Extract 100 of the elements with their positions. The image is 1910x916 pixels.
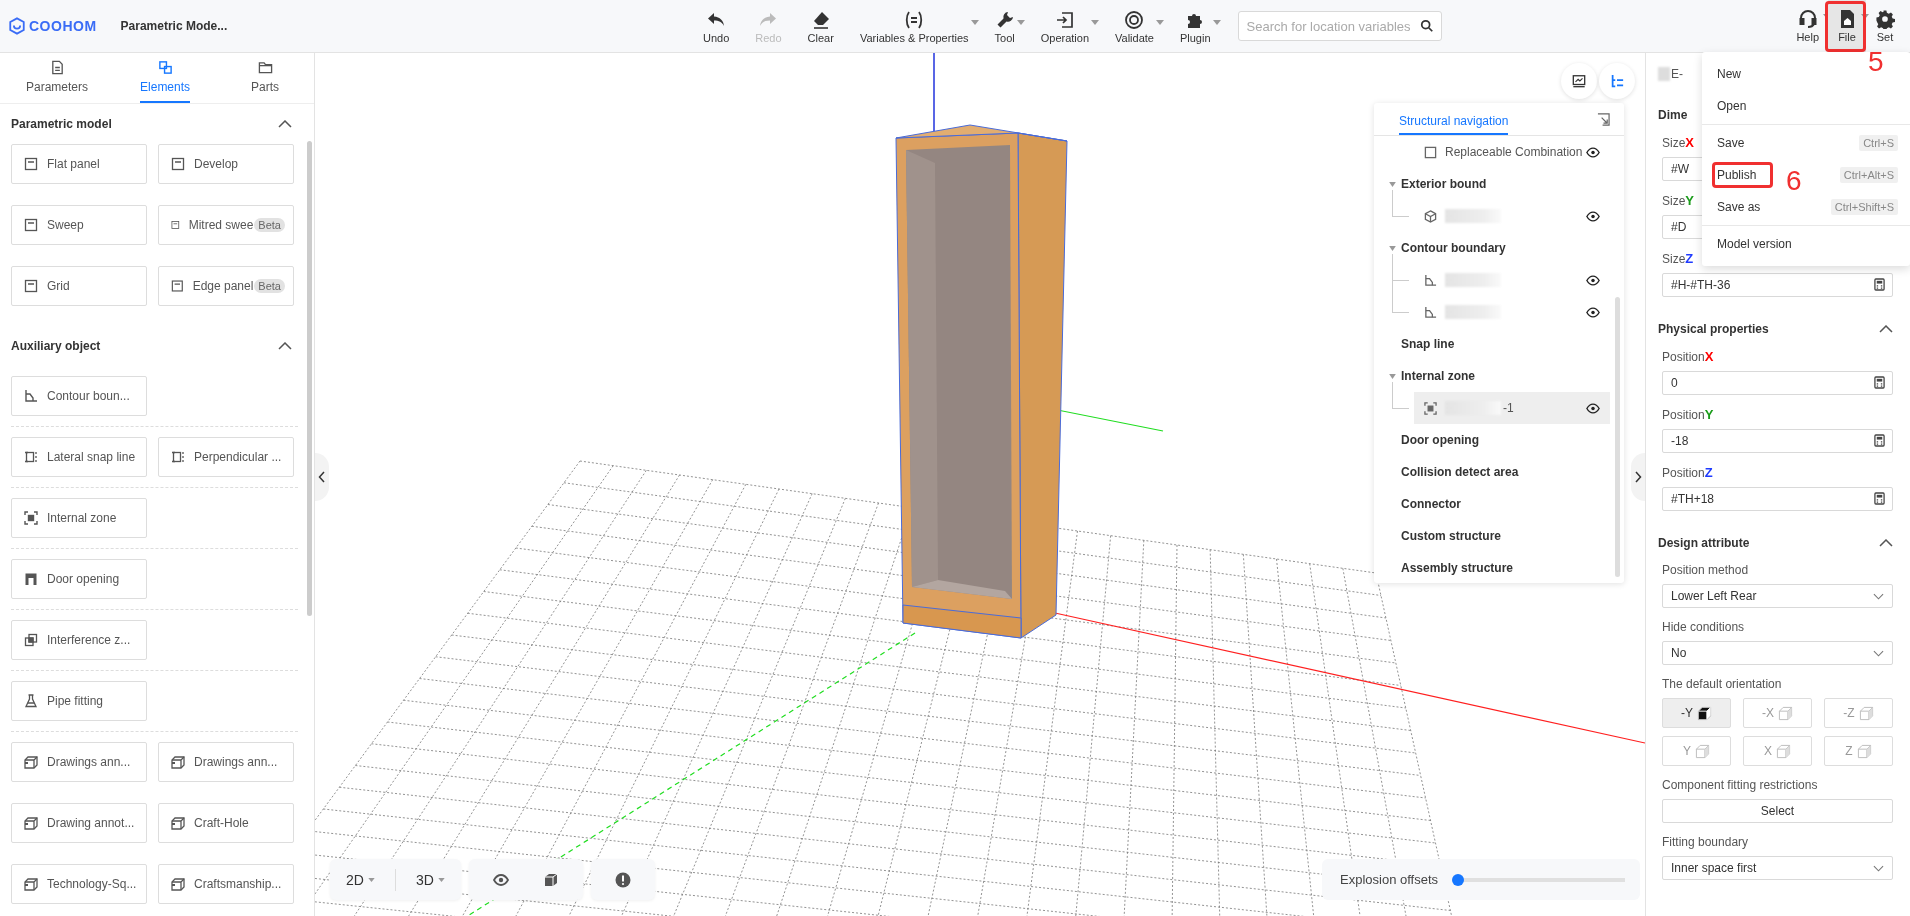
- tree-group[interactable]: Contour boundary: [1374, 232, 1610, 264]
- toolbar-button[interactable]: Undo: [696, 5, 737, 47]
- popout-icon[interactable]: [1597, 113, 1610, 126]
- toolbar-button[interactable]: Operation: [1033, 5, 1096, 47]
- field-label: SizeX: [1662, 135, 1694, 150]
- element-card[interactable]: Craft-Hole: [158, 803, 294, 843]
- toolbar-button[interactable]: File: [1828, 0, 1866, 52]
- element-card[interactable]: Interference z...: [11, 620, 147, 660]
- toolbar-button[interactable]: Tool: [987, 5, 1022, 47]
- tree-group[interactable]: Internal zone: [1374, 360, 1610, 392]
- slider-thumb[interactable]: [1452, 873, 1465, 886]
- field-label: PositionZ: [1662, 465, 1713, 480]
- tree-group[interactable]: Snap line: [1374, 328, 1610, 360]
- collapse-handle[interactable]: [315, 453, 329, 501]
- field-label: Hide conditions: [1662, 620, 1745, 634]
- corner-icon: [24, 389, 38, 403]
- view-mode-button[interactable]: 3D: [409, 864, 451, 895]
- dropdown-select[interactable]: Lower Left Rear: [1662, 584, 1893, 608]
- cube-icon: [1856, 743, 1872, 759]
- document-title: Parametric Mode...: [120, 19, 228, 33]
- search-field[interactable]: Search for location variables: [1237, 11, 1442, 41]
- logo-text: COOHOM: [29, 18, 97, 34]
- element-card[interactable]: Develop: [158, 144, 294, 184]
- tree-button[interactable]: [1599, 63, 1635, 99]
- chevron-icon[interactable]: [278, 120, 292, 128]
- tree-group[interactable]: Exterior bound: [1374, 168, 1610, 200]
- input-field[interactable]: #TH+18: [1662, 487, 1893, 511]
- tree-group[interactable]: Connector: [1374, 488, 1610, 520]
- triangle-icon[interactable]: [1389, 181, 1396, 187]
- caret-icon: [437, 877, 445, 882]
- square-icon: [24, 450, 38, 464]
- toolbar-button[interactable]: Plugin: [1172, 5, 1218, 47]
- square-icon: [24, 633, 38, 647]
- scrollbar[interactable]: [1615, 297, 1620, 577]
- element-card[interactable]: Door opening: [11, 559, 147, 599]
- menu-item[interactable]: Model version: [1702, 228, 1807, 260]
- calculator-icon[interactable]: [1874, 278, 1885, 291]
- dropdown-select[interactable]: No: [1662, 641, 1893, 665]
- calculator-icon[interactable]: [1874, 376, 1885, 389]
- triangle-icon[interactable]: [1389, 373, 1396, 379]
- chevron-icon[interactable]: [278, 342, 292, 350]
- element-card[interactable]: Perpendicular ...: [158, 437, 294, 477]
- select-button[interactable]: Select: [1662, 799, 1893, 823]
- eye-icon[interactable]: [1586, 402, 1600, 414]
- expand-handle[interactable]: [1631, 453, 1645, 501]
- element-card[interactable]: Flat panel: [11, 144, 147, 184]
- field-label: Position method: [1662, 563, 1749, 577]
- element-card[interactable]: Craftsmanship...: [158, 864, 294, 904]
- sidebar-tab[interactable]: Elements: [140, 53, 191, 103]
- toolbar-button[interactable]: Help: [1787, 0, 1828, 52]
- calculator-icon[interactable]: [1874, 434, 1885, 447]
- eye-icon[interactable]: [1586, 146, 1600, 158]
- menu-item[interactable]: Save Ctrl+S: [1702, 127, 1910, 159]
- calculator-icon[interactable]: [1874, 492, 1885, 505]
- input-field[interactable]: -18: [1662, 429, 1893, 453]
- toolbar-button[interactable]: Clear: [800, 5, 841, 47]
- input-field[interactable]: 0: [1662, 371, 1893, 395]
- dropdown-select[interactable]: Inner space first: [1662, 856, 1893, 880]
- element-card[interactable]: Drawings ann...: [11, 742, 147, 782]
- field-label: The default orientation: [1662, 677, 1782, 691]
- scrollbar[interactable]: [307, 141, 312, 616]
- element-card[interactable]: Pipe fitting: [11, 681, 147, 721]
- toolbar-button[interactable]: Validate: [1108, 5, 1161, 47]
- chevron-icon[interactable]: [1879, 539, 1893, 547]
- element-card[interactable]: Sweep: [11, 205, 147, 245]
- search-icon[interactable]: [1419, 19, 1434, 33]
- eye-icon[interactable]: [1586, 210, 1600, 222]
- shortcut-label: Ctrl+Alt+S: [1839, 167, 1898, 183]
- tree-group[interactable]: Custom structure: [1374, 520, 1610, 552]
- element-card[interactable]: Technology-Sq...: [11, 864, 147, 904]
- square-icon: [24, 279, 38, 293]
- element-card[interactable]: Mitred swee Beta: [158, 205, 294, 245]
- eye-icon[interactable]: [1586, 306, 1600, 318]
- element-card[interactable]: Grid: [11, 266, 147, 306]
- chevron-icon[interactable]: [1879, 325, 1893, 333]
- input-field[interactable]: #H-#TH-36: [1662, 273, 1893, 297]
- element-card[interactable]: Drawings ann...: [158, 742, 294, 782]
- sidebar-tab[interactable]: Parts: [242, 53, 288, 103]
- eye-icon[interactable]: [1586, 274, 1600, 286]
- sidebar-tab[interactable]: Parameters: [26, 53, 89, 103]
- tree-group[interactable]: Collision detect area: [1374, 456, 1610, 488]
- toolbar-button[interactable]: Variables & Properties: [852, 5, 976, 47]
- chevron-right-icon: [1634, 471, 1642, 483]
- element-card[interactable]: Drawing annot...: [11, 803, 147, 843]
- triangle-icon[interactable]: [1389, 245, 1396, 251]
- tree-item[interactable]: Replaceable Combination: [1414, 136, 1610, 168]
- panel-tab[interactable]: Structural navigation: [1399, 114, 1509, 135]
- chart-button[interactable]: [1561, 63, 1597, 99]
- element-card[interactable]: Lateral snap line: [11, 437, 147, 477]
- cube-icon: [1695, 743, 1710, 759]
- tree-group[interactable]: Assembly structure: [1374, 552, 1610, 583]
- tree-group[interactable]: Door opening: [1374, 424, 1610, 456]
- menu-item[interactable]: New: [1702, 58, 1756, 90]
- element-card[interactable]: Edge panel Beta: [158, 266, 294, 306]
- menu-item[interactable]: Open: [1702, 90, 1762, 122]
- view-mode-button[interactable]: 2D: [340, 864, 381, 895]
- element-card[interactable]: Internal zone: [11, 498, 147, 538]
- shortcut-label: Ctrl+Shift+S: [1830, 199, 1898, 215]
- orientation-button[interactable]: -Y: [1662, 698, 1731, 728]
- element-card[interactable]: Contour boun...: [11, 376, 147, 416]
